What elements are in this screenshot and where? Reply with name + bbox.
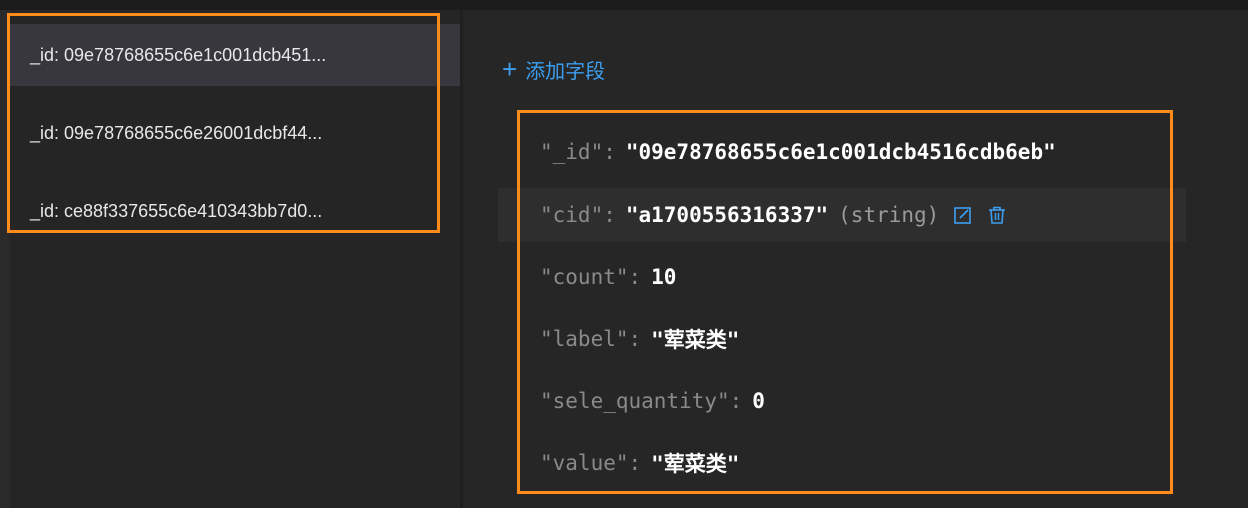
document-list-item[interactable]: _id: ce88f337655c6e410343bb7d0...	[10, 180, 460, 242]
document-list-item[interactable]: _id: 09e78768655c6e26001dcbf44...	[10, 102, 460, 164]
plus-icon: +	[502, 54, 518, 84]
field-row[interactable]: "sele_quantity": 0	[540, 386, 765, 416]
field-key: "value":	[540, 451, 642, 475]
field-key: "cid":	[540, 203, 616, 227]
edit-icon[interactable]	[953, 205, 973, 225]
field-row[interactable]: "count": 10	[540, 262, 676, 292]
field-key: "sele_quantity":	[540, 389, 743, 413]
field-value: 0	[752, 389, 765, 413]
field-value: "09e78768655c6e1c001dcb4516cdb6eb"	[625, 140, 1056, 164]
left-gutter	[0, 10, 10, 508]
field-key: "count":	[540, 265, 642, 289]
trash-icon[interactable]	[987, 205, 1007, 225]
field-value: "a1700556316337"	[625, 203, 829, 227]
add-field-label: 添加字段	[525, 60, 606, 83]
field-type: (string)	[838, 203, 940, 227]
document-list-item[interactable]: _id: 09e78768655c6e1c001dcb451...	[10, 24, 460, 86]
field-row[interactable]: "value": "荤菜类"	[540, 448, 739, 478]
field-value: 10	[651, 265, 677, 289]
field-value: "荤菜类"	[651, 452, 740, 476]
field-key: "_id":	[540, 140, 616, 164]
field-row[interactable]: "cid": "a1700556316337" (string)	[540, 200, 1007, 230]
field-row[interactable]: "_id": "09e78768655c6e1c001dcb4516cdb6eb…	[540, 137, 1056, 167]
field-key: "label":	[540, 327, 642, 351]
add-field-button[interactable]: + 添加字段	[502, 52, 605, 86]
field-value: "荤菜类"	[651, 328, 740, 352]
field-row[interactable]: "label": "荤菜类"	[540, 324, 739, 354]
